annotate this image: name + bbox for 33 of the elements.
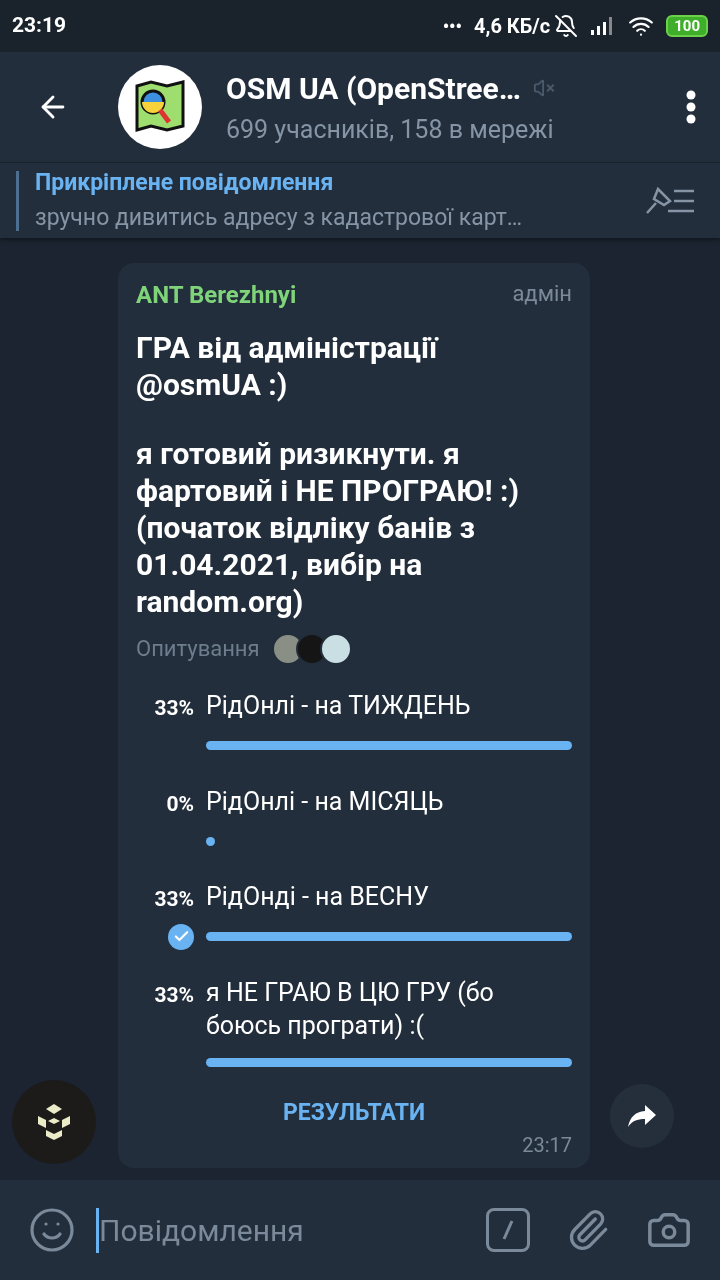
commands-button[interactable] — [486, 1208, 530, 1252]
menu-button[interactable] — [686, 90, 696, 124]
pinned-label: Прикріплене повідомлення — [35, 168, 335, 198]
battery-indicator: 100 — [666, 15, 708, 37]
message-field[interactable]: Повідомлення — [96, 1207, 466, 1253]
network-speed: 4,6 КБ/с — [474, 13, 551, 40]
role-label: адмін — [512, 280, 572, 308]
message-text: ГРА від адміністрації @osmUA :) — [136, 329, 440, 403]
results-button[interactable]: РЕЗУЛЬТАТИ — [282, 1095, 426, 1130]
message-text: я готовий ризикнути. я фартовий і НЕ ПРОГРАЮ! :) (початок відліку банів з 01.04.2021, вибір на random.org) — [136, 435, 521, 620]
option-text: РідОнлі - на ТИЖДЕНЬ — [206, 690, 472, 722]
chat-title: OSM UA (OpenStree… — [226, 69, 521, 108]
option-percent: 0% — [165, 790, 194, 818]
bell-off-icon — [554, 14, 579, 38]
option-percent: 33% — [153, 981, 194, 1009]
slash-icon — [501, 1219, 515, 1241]
option-text: РідОнді - на ВЕСНУ — [206, 881, 430, 913]
member-count: 699 учасників, 158 в мережі — [226, 113, 555, 146]
clock: 23:19 — [12, 12, 67, 40]
option-text: РідОнлі - на МІСЯЦЬ — [206, 785, 445, 818]
author-name[interactable]: ANT Berezhnyi — [136, 277, 297, 313]
emoji-icon — [28, 1206, 76, 1254]
message-time: 23:17 — [522, 1132, 572, 1159]
share-arrow-icon — [627, 1103, 657, 1129]
emoji-button[interactable] — [28, 1206, 76, 1254]
menu-icon — [686, 90, 696, 124]
option-text: я НЕ ГРАЮ В ЦЮ ГРУ (бо боюсь програти) :( — [206, 976, 495, 1042]
poll-type: Опитування — [136, 635, 260, 663]
pinned-text: зручно дивитись адресу з кадастрової карт… — [35, 202, 524, 233]
pinned-bar[interactable]: Прикріплене повідомлення зручно дивитись адресу з кадастрової карт… — [0, 162, 720, 238]
option-percent: 33% — [153, 886, 194, 913]
more-indicator: ••• — [442, 14, 463, 39]
option-percent: 33% — [153, 695, 194, 722]
